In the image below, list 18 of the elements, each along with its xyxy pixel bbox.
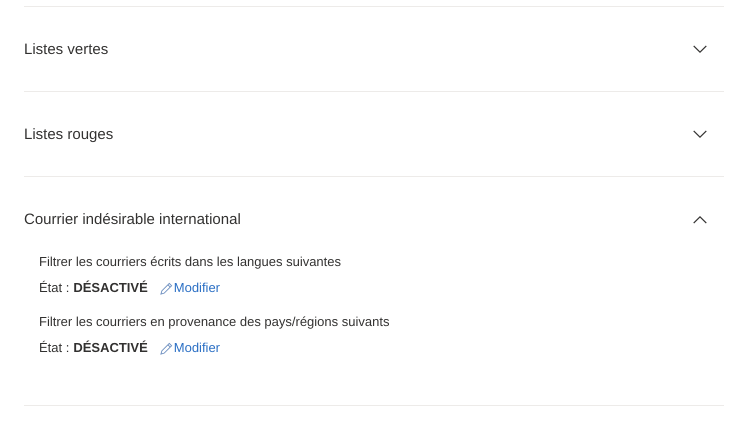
setting-label: Filtrer les courriers en provenance des pays/régions suivants: [39, 313, 390, 331]
pencil-icon: [160, 282, 173, 294]
chevron-down-icon[interactable]: [692, 44, 708, 54]
section-title: Listes vertes: [24, 40, 108, 58]
state-label: État :: [39, 279, 70, 297]
state-value: DÉSACTIVÉ: [73, 279, 148, 297]
section-title: Courrier indésirable international: [24, 210, 241, 228]
modify-link[interactable]: Modifier: [160, 279, 220, 297]
section-header[interactable]: Listes vertes: [24, 7, 724, 91]
pencil-icon: [160, 342, 173, 354]
section-header[interactable]: Listes rouges: [24, 92, 724, 176]
chevron-down-icon[interactable]: [692, 130, 708, 138]
chevron-up-icon[interactable]: [692, 214, 708, 224]
modify-link[interactable]: Modifier: [160, 339, 220, 357]
section-title: Listes rouges: [24, 126, 114, 142]
state-label: État :: [39, 339, 70, 357]
state-value: DÉSACTIVÉ: [73, 339, 148, 357]
setting-label: Filtrer les courriers écrits dans les langues suivantes: [39, 253, 342, 271]
